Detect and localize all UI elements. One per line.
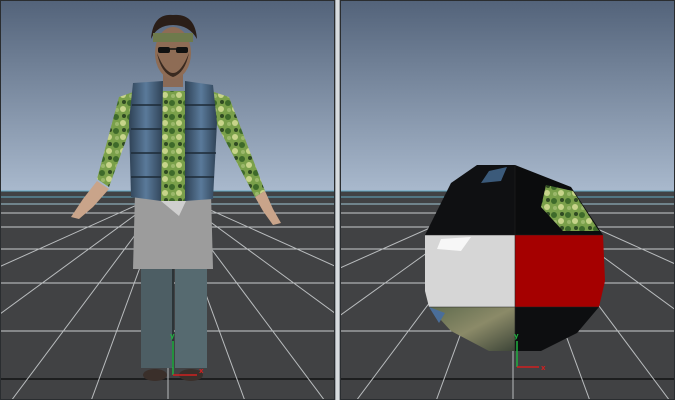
viewport-right-sphere[interactable]: y x — [340, 0, 675, 400]
maya-split-viewport: y x y x — [0, 0, 675, 400]
sky-background — [341, 1, 674, 191]
vest-right — [185, 81, 217, 201]
sphere-red-face — [515, 235, 605, 307]
axis-y-label: y — [170, 332, 175, 340]
right-leg — [175, 256, 207, 368]
axis-y-label: y — [514, 332, 519, 340]
character-scene: y x — [1, 1, 334, 399]
headband — [153, 33, 193, 42]
undershirt — [161, 91, 185, 201]
vest-left — [129, 81, 163, 201]
axis-x-label: x — [199, 367, 204, 375]
sphere-scene: y x — [341, 1, 674, 399]
left-leg — [141, 256, 173, 368]
viewport-left-character[interactable]: y x — [0, 0, 335, 400]
axis-x-label: x — [541, 364, 546, 372]
left-shoe — [143, 369, 167, 381]
